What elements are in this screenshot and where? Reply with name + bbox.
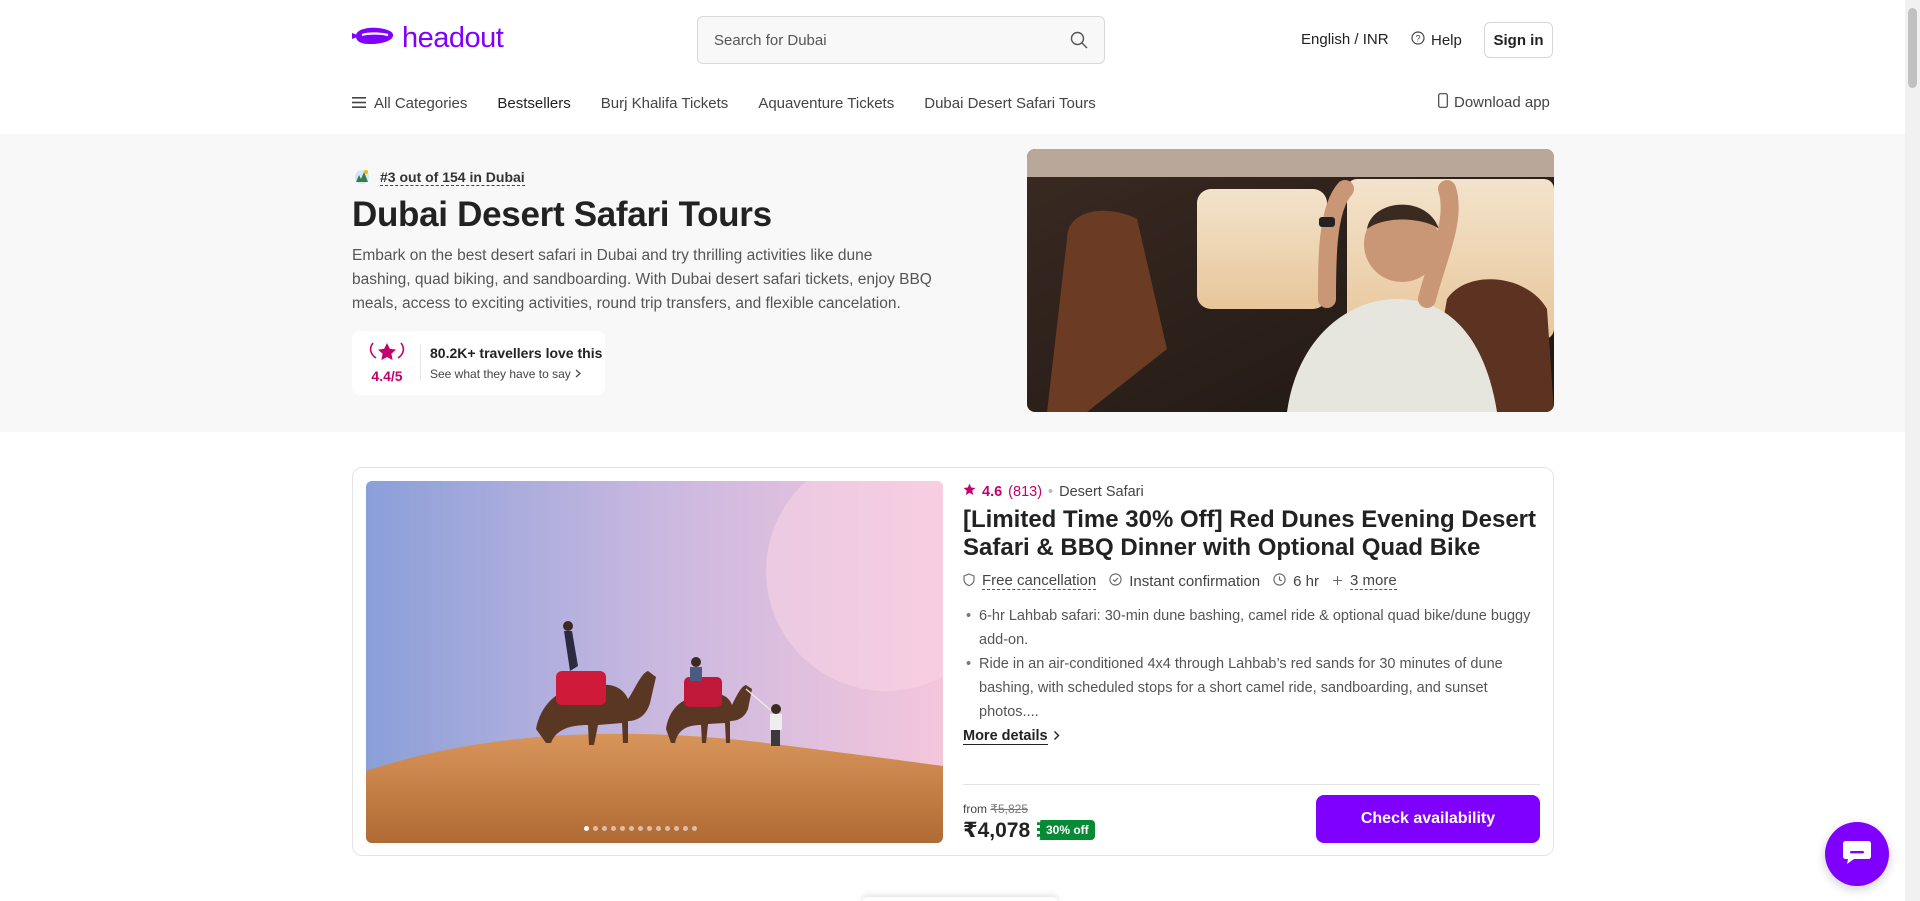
product-category: Desert Safari — [1059, 483, 1144, 500]
check-circle-icon — [1109, 572, 1122, 590]
clock-icon — [1273, 572, 1286, 590]
product-rating: 4.6 — [982, 483, 1003, 500]
carousel-dot[interactable] — [620, 826, 625, 831]
star-icon — [963, 483, 976, 500]
discount-badge: 30% off — [1037, 820, 1095, 840]
carousel-dot[interactable] — [602, 826, 607, 831]
more-details-label: More details — [963, 728, 1048, 745]
carousel-dot[interactable] — [692, 826, 697, 831]
divider — [420, 345, 421, 381]
chevron-right-icon — [574, 367, 582, 381]
carousel-dot[interactable] — [584, 826, 589, 831]
shield-icon — [963, 572, 975, 590]
hero-section — [0, 134, 1905, 432]
nav-item-aquaventure[interactable]: Aquaventure Tickets — [758, 95, 894, 112]
carousel-dot[interactable] — [665, 826, 670, 831]
price-divider — [963, 784, 1540, 785]
highlight-item: 6-hr Lahbab safari: 30-min dune bashing,… — [963, 604, 1538, 652]
chat-button[interactable] — [1825, 822, 1889, 886]
instant-confirmation-label: Instant confirmation — [1129, 572, 1261, 590]
current-price: ₹4,078 — [963, 819, 1031, 842]
help-link[interactable]: ? Help — [1411, 31, 1462, 49]
duration-label: 6 hr — [1293, 572, 1319, 590]
search-bar[interactable] — [697, 16, 1105, 64]
product-highlights: 6-hr Lahbab safari: 30-min dune bashing,… — [963, 604, 1538, 724]
more-features-label: 3 more — [1350, 572, 1397, 590]
sign-in-button[interactable]: Sign in — [1484, 22, 1553, 58]
search-input[interactable] — [714, 17, 1054, 63]
carousel-dot[interactable] — [611, 826, 616, 831]
more-details-link[interactable]: More details — [963, 728, 1061, 745]
scrollbar-thumb[interactable] — [1908, 8, 1917, 88]
check-availability-button[interactable]: Check availability — [1316, 795, 1540, 843]
download-app-label: Download app — [1454, 94, 1550, 111]
product-meta: 4.6 (813) • Desert Safari — [963, 483, 1144, 500]
product-image-carousel[interactable] — [366, 481, 943, 843]
svg-text:?: ? — [1415, 34, 1420, 44]
from-label: from — [963, 802, 987, 816]
help-label: Help — [1431, 31, 1462, 49]
page-title: Dubai Desert Safari Tours — [352, 195, 772, 234]
feature-duration: 6 hr — [1273, 573, 1319, 590]
search-icon[interactable] — [1070, 31, 1088, 54]
feature-instant-confirmation: Instant confirmation — [1109, 573, 1260, 590]
all-categories-label: All Categories — [374, 94, 468, 112]
highlight-item: Ride in an air-conditioned 4x4 through L… — [963, 652, 1538, 724]
product-title[interactable]: [Limited Time 30% Off] Red Dunes Evening… — [963, 506, 1553, 562]
carousel-dot[interactable] — [638, 826, 643, 831]
feature-free-cancellation[interactable]: Free cancellation — [963, 572, 1097, 590]
see-reviews-link[interactable]: See what they have to say — [430, 367, 582, 381]
nav-item-desert-safari[interactable]: Dubai Desert Safari Tours — [924, 95, 1095, 112]
chat-icon — [1842, 839, 1872, 870]
meta-separator: • — [1048, 483, 1054, 500]
product-features: Free cancellation Instant confirmation 6… — [963, 572, 1410, 590]
reviews-summary-card[interactable]: 4.4/5 80.2K+ travellers love this See wh… — [352, 331, 605, 395]
carousel-dot[interactable] — [593, 826, 598, 831]
rating-badge: 4.4/5 — [364, 341, 410, 384]
nav-item-burj-khalifa[interactable]: Burj Khalifa Tickets — [601, 95, 729, 112]
travellers-count: 80.2K+ travellers love this — [430, 345, 603, 361]
next-section-peek — [862, 897, 1058, 901]
product-review-count[interactable]: (813) — [1008, 484, 1042, 500]
carousel-dot[interactable] — [647, 826, 652, 831]
headout-logo[interactable]: headout — [352, 22, 504, 55]
menu-icon — [352, 95, 366, 112]
carousel-dots[interactable] — [584, 826, 697, 831]
carousel-dot[interactable] — [656, 826, 661, 831]
rank-text[interactable]: #3 out of 154 in Dubai — [380, 169, 525, 186]
chevron-right-icon — [1052, 729, 1061, 745]
feature-more[interactable]: 3 more — [1332, 572, 1397, 590]
rank-badge: #3 out of 154 in Dubai — [352, 167, 525, 188]
all-categories-menu[interactable]: All Categories — [352, 95, 467, 112]
logo-text: headout — [402, 22, 504, 54]
headout-logo-icon — [352, 24, 396, 53]
top-header: headout English / INR ? Help Sign in — [0, 0, 1905, 80]
plus-icon — [1332, 573, 1343, 590]
category-nav: All Categories Bestsellers Burj Khalifa … — [352, 92, 1126, 114]
free-cancellation-label: Free cancellation — [982, 572, 1097, 590]
original-price: ₹5,825 — [990, 802, 1029, 816]
help-icon: ? — [1411, 31, 1425, 49]
phone-icon — [1438, 93, 1448, 112]
carousel-dot[interactable] — [683, 826, 688, 831]
nav-item-bestsellers[interactable]: Bestsellers — [497, 95, 570, 112]
see-reviews-label: See what they have to say — [430, 367, 571, 381]
laurel-star-icon — [367, 342, 407, 365]
carousel-dot[interactable] — [674, 826, 679, 831]
page-scrollbar[interactable] — [1905, 0, 1920, 901]
download-app-link[interactable]: Download app — [1438, 93, 1550, 112]
from-price-line: from ₹5,825 — [963, 802, 1028, 816]
rating-score: 4.4/5 — [371, 368, 403, 384]
hero-image — [1027, 149, 1554, 412]
page-description: Embark on the best desert safari in Duba… — [352, 247, 932, 312]
language-currency-selector[interactable]: English / INR — [1301, 31, 1389, 48]
city-landmark-icon — [352, 167, 372, 188]
carousel-dot[interactable] — [629, 826, 634, 831]
